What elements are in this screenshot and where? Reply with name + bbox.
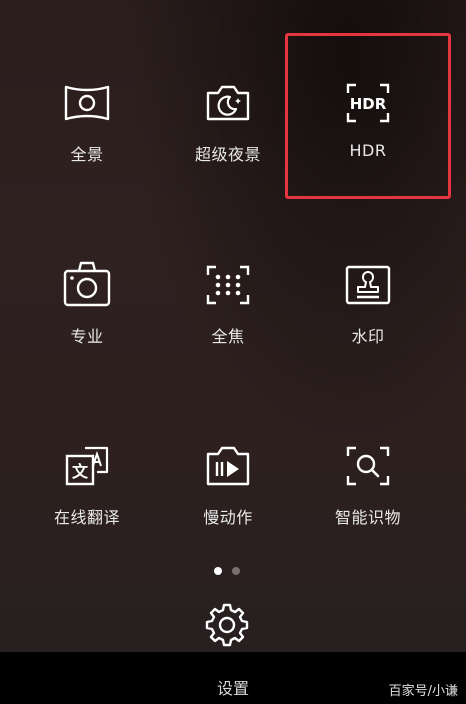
object-recognition-icon	[346, 446, 390, 486]
mode-label: 超级夜景	[194, 145, 261, 164]
page-indicator	[214, 567, 240, 575]
gear-icon[interactable]	[203, 601, 251, 649]
mode-slow-motion[interactable]: 慢动作	[163, 438, 293, 528]
svg-text:文: 文	[72, 462, 89, 481]
pro-camera-icon	[63, 261, 111, 307]
hdr-highlight-box	[285, 33, 451, 199]
translate-icon: 文	[65, 446, 109, 486]
mode-label: 全焦	[211, 327, 245, 346]
mode-label: 专业	[70, 327, 104, 346]
slow-motion-icon	[206, 446, 250, 486]
mode-label: 智能识物	[334, 508, 401, 527]
mode-label: 全景	[70, 145, 104, 164]
mode-watermark[interactable]: 水印	[303, 257, 433, 347]
mode-super-night[interactable]: 超级夜景	[163, 75, 293, 165]
all-focus-icon	[206, 265, 250, 305]
source-watermark: 百家号/小谦	[388, 684, 458, 699]
page-dot-active[interactable]	[214, 567, 222, 575]
watermark-icon	[345, 265, 391, 305]
mode-label: 在线翻译	[53, 508, 120, 527]
mode-object-recognition[interactable]: 智能识物	[303, 438, 433, 528]
camera-more-modes-screen: 全景 超级夜景 HDR HDR 专业 全焦 水印 文 在线翻译 慢动作 智能识物…	[0, 0, 466, 704]
night-mode-icon	[206, 85, 250, 121]
mode-pro[interactable]: 专业	[22, 257, 152, 347]
page-dot-inactive[interactable]	[232, 567, 240, 575]
mode-all-focus[interactable]: 全焦	[163, 257, 293, 347]
mode-label: 水印	[351, 327, 385, 346]
mode-translate[interactable]: 文 在线翻译	[22, 438, 152, 528]
panorama-icon	[64, 85, 110, 121]
mode-label: 慢动作	[203, 508, 253, 527]
mode-panorama[interactable]: 全景	[22, 75, 152, 165]
